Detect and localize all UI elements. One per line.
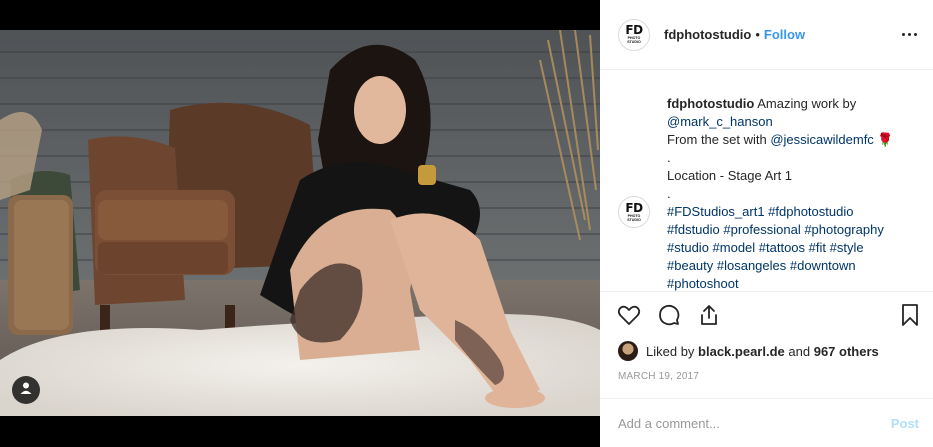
liker-avatar[interactable] <box>618 341 638 361</box>
instagram-post-modal: FD PHOTO STUDIO fdphotostudio • Follow F… <box>0 0 933 447</box>
action-bar <box>600 303 933 333</box>
logo-subtext-2: STUDIO <box>627 217 641 222</box>
mention-link[interactable]: @mark_c_hanson <box>667 114 773 129</box>
account-avatar[interactable]: FD PHOTO STUDIO <box>618 18 650 51</box>
caption-dot: . <box>667 186 671 201</box>
comment-input[interactable] <box>618 415 891 431</box>
bookmark-icon <box>898 303 922 332</box>
likes-prefix: Liked by <box>646 343 695 359</box>
caption-username[interactable]: fdphotostudio <box>667 96 754 111</box>
caption-line-2: @mark_c_hanson <box>667 113 919 131</box>
caption-location: Location - Stage Art 1 <box>667 168 793 183</box>
post-comment-button[interactable]: Post <box>891 416 919 431</box>
tag-user-button[interactable] <box>12 376 40 404</box>
comments-section: FD PHOTO STUDIO fdphotostudio Amazing wo… <box>600 71 933 291</box>
comment-button[interactable] <box>655 303 683 331</box>
hashtag-line[interactable]: #photoshoot <box>667 275 919 291</box>
mention-link[interactable]: @jessicawildemfc <box>770 132 874 147</box>
header-username[interactable]: fdphotostudio <box>664 27 751 42</box>
header-separator: • <box>755 27 760 42</box>
follow-button[interactable]: Follow <box>764 27 805 42</box>
caption-text: From the set with <box>667 132 771 147</box>
comment-form: Post <box>600 398 933 447</box>
comment-icon <box>657 303 681 332</box>
share-icon <box>697 303 721 332</box>
caption-avatar[interactable]: FD PHOTO STUDIO <box>618 196 650 228</box>
likes-middle: and <box>788 343 811 359</box>
likes-summary: Liked by black.pearl.de and 967 others <box>618 339 879 363</box>
like-button[interactable] <box>615 303 643 331</box>
caption: FD PHOTO STUDIO fdphotostudio Amazing wo… <box>618 95 919 291</box>
likes-others-link[interactable]: 967 others <box>814 344 879 359</box>
hashtag-line[interactable]: #studio #model #tattoos #fit #style <box>667 239 919 257</box>
post-header: FD PHOTO STUDIO fdphotostudio • Follow <box>600 0 933 70</box>
share-button[interactable] <box>695 303 723 331</box>
caption-line-3: From the set with @jessicawildemfc 🌹 <box>667 131 919 149</box>
post-side-panel: FD PHOTO STUDIO fdphotostudio • Follow F… <box>600 0 933 447</box>
section-divider <box>600 291 933 292</box>
logo-subtext-2: STUDIO <box>627 40 641 44</box>
more-options-button[interactable] <box>899 24 919 44</box>
post-media <box>0 0 600 447</box>
user-tag-icon <box>19 381 33 400</box>
rose-emoji: 🌹 <box>873 132 894 147</box>
hashtag-line[interactable]: #FDStudios_art1 #fdphotostudio <box>667 203 919 221</box>
post-photo[interactable] <box>0 30 600 416</box>
logo-text: FD <box>625 200 643 215</box>
logo-text: FD <box>625 23 643 37</box>
hashtag-line[interactable]: #beauty #losangeles #downtown <box>667 257 919 275</box>
liker-username[interactable]: black.pearl.de <box>698 344 785 359</box>
save-button[interactable] <box>896 303 924 331</box>
heart-icon <box>617 303 641 332</box>
caption-line-1: fdphotostudio Amazing work by <box>667 95 919 113</box>
hashtag-line[interactable]: #fdstudio #professional #photography <box>667 221 919 239</box>
caption-dot: . <box>667 150 671 165</box>
post-date[interactable]: MARCH 19, 2017 <box>618 371 699 382</box>
more-horizontal-icon <box>901 32 917 36</box>
caption-text: Amazing work by <box>757 96 857 111</box>
